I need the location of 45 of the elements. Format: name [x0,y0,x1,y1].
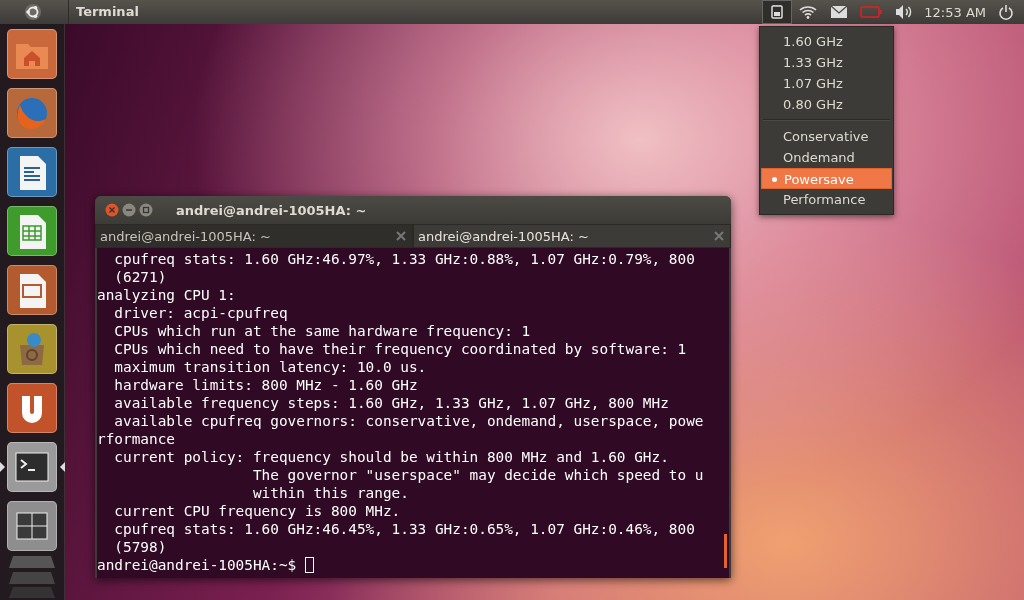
text-cursor [305,557,315,573]
close-tab-icon[interactable] [396,231,406,241]
frequency-menu-item[interactable]: 1.07 GHz [760,73,893,94]
terminal-output-line: current CPU frequency is 800 MHz. [113,502,402,520]
terminal-output-line: analyzing CPU 1: [97,286,237,304]
cpufreq-indicator[interactable] [762,0,793,24]
terminal-output-line: CPUs which need to have their frequency coordinated by software: 1 [113,340,688,358]
terminal-output-line: (5798) [113,538,168,556]
close-tab-icon[interactable] [714,231,724,241]
terminal-output-line: available cpufreq governors: conservative, ondemand, userspace, powe [113,412,705,430]
clock: 12:53 AM [924,4,986,20]
terminal-output-line: available frequency steps: 1.60 GHz, 1.33 GHz, 1.07 GHz, 800 MHz [113,394,670,412]
shell-prompt: andrei@andrei-1005HA:~$ [97,556,297,574]
terminal-output-line: cpufreq stats: 1.60 GHz:46.97%, 1.33 GHz:0.88%, 1.07 GHz:0.79%, 800 [113,250,696,268]
terminal-output-line: CPUs which run at the same hardware frequency: 1 [113,322,532,340]
window-title: andrei@andrei-1005HA: ~ [176,202,367,218]
workspaces-launcher-icon[interactable] [7,501,57,551]
terminal-output-line: hardware limits: 800 MHz - 1.60 GHz [113,376,419,394]
frequency-menu-item[interactable]: 1.60 GHz [760,31,893,52]
terminal-output-line: current policy: frequency should be within 800 MHz and 1.60 GHz. [113,448,670,466]
frequency-menu-item[interactable]: 1.33 GHz [760,52,893,73]
maximize-icon[interactable] [139,203,153,217]
ubuntu-one-launcher-icon[interactable] [7,383,57,433]
impress-launcher-icon[interactable] [7,265,57,315]
terminal-tab[interactable]: andrei@andrei-1005HA: ~ [95,224,413,248]
terminal-output-line: The governor "userspace" may decide which speed to u [251,466,705,484]
terminal-output-line: maximum transition latency: 10.0 us. [113,358,428,376]
governor-menu-item[interactable]: Conservative [760,126,893,147]
close-icon[interactable] [105,203,119,217]
software-launcher-icon[interactable] [7,324,57,374]
writer-launcher-icon[interactable] [7,147,57,197]
launcher-item[interactable] [0,442,65,492]
power-icon[interactable] [998,4,1014,20]
terminal-output-line: within this range. [251,484,410,502]
terminal-launcher-icon[interactable] [7,442,57,492]
terminal-output-line: (6271) [113,268,168,286]
terminal-output-line: rformance [97,430,176,448]
frequency-menu-item[interactable]: 0.80 GHz [760,94,893,115]
terminal-output-line: driver: acpi-cpufreq [113,304,289,322]
terminal-tab[interactable]: andrei@andrei-1005HA: ~ [413,224,731,248]
governor-menu-item[interactable]: Ondemand [760,147,893,168]
terminal-output-line: cpufreq stats: 1.60 GHz:46.45%, 1.33 GHz:0.65%, 1.07 GHz:0.46%, 800 [113,520,696,538]
governor-menu-item[interactable]: Performance [760,189,893,210]
ubuntu-logo-icon[interactable] [24,3,42,21]
minimize-icon[interactable] [122,203,136,217]
